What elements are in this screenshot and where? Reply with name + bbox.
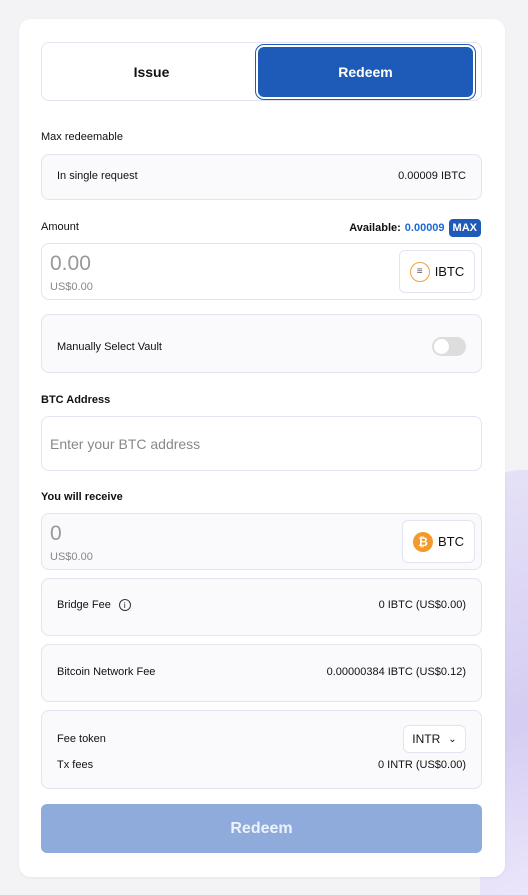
receive-usd: US$0.00 [50, 551, 93, 563]
manual-vault-box: Manually Select Vault [41, 314, 482, 373]
available-label: Available: [349, 222, 401, 234]
chevron-down-icon: ⌄ [448, 733, 457, 745]
network-fee-value: 0.00000384 IBTC (US$0.12) [326, 666, 466, 678]
bridge-fee-box: Bridge Fee i 0 IBTC (US$0.00) [41, 578, 482, 636]
tab-redeem[interactable]: Redeem [258, 47, 473, 97]
btc-token-label: BTC [438, 534, 464, 549]
tx-fees-label: Tx fees [57, 759, 94, 771]
amount-value[interactable]: 0.00 [50, 252, 91, 276]
redeem-submit-button[interactable]: Redeem [41, 804, 482, 853]
bitcoin-icon: ₿ [413, 531, 433, 552]
receive-value: 0 [50, 522, 62, 545]
fee-token-select[interactable]: INTR ⌄ [403, 725, 466, 753]
ibtc-token-label: IBTC [434, 264, 465, 279]
btc-token: ₿ BTC [402, 520, 475, 563]
single-request-label: In single request [57, 170, 138, 182]
tx-fees-value: 0 INTR (US$0.00) [377, 759, 466, 771]
bridge-fee-label: Bridge Fee [57, 599, 111, 611]
max-redeemable-label: Max redeemable [41, 131, 123, 143]
info-icon[interactable]: i [118, 599, 131, 611]
single-request-value: 0.00009 IBTC [398, 170, 466, 182]
network-fee-label: Bitcoin Network Fee [57, 666, 156, 678]
receive-label: You will receive [41, 491, 123, 503]
amount-input[interactable]: 0.00 US$0.00 ≡ IBTC [41, 243, 482, 300]
ibtc-icon: ≡ [409, 261, 430, 282]
bridge-fee-value: 0 IBTC (US$0.00) [378, 599, 466, 611]
fee-token-label: Fee token [57, 733, 106, 745]
amount-label: Amount [41, 221, 79, 233]
redeem-card: Issue Redeem Max redeemable In single re… [19, 19, 505, 877]
tab-issue[interactable]: Issue [42, 43, 261, 100]
toggle-knob [434, 339, 449, 354]
fee-token-selected: INTR [412, 732, 441, 746]
max-button[interactable]: MAX [448, 219, 481, 237]
available-balance: Available: 0.00009 MAX [349, 219, 481, 237]
network-fee-box: Bitcoin Network Fee 0.00000384 IBTC (US$0… [41, 644, 482, 702]
amount-usd: US$0.00 [50, 281, 93, 293]
btc-address-placeholder: Enter your BTC address [50, 436, 201, 452]
manual-vault-toggle[interactable] [432, 337, 466, 356]
ibtc-token-button[interactable]: ≡ IBTC [399, 250, 475, 293]
receive-box: 0 US$0.00 ₿ BTC [41, 513, 482, 570]
btc-address-label: BTC Address [41, 394, 111, 406]
available-value[interactable]: 0.00009 [405, 222, 445, 234]
max-redeemable-box: In single request 0.00009 IBTC [41, 154, 482, 200]
manual-vault-label: Manually Select Vault [57, 340, 162, 353]
fee-token-box: Fee token INTR ⌄ Tx fees 0 INTR (US$0.00) [41, 710, 482, 789]
btc-address-input[interactable]: Enter your BTC address [41, 416, 482, 471]
tab-group: Issue Redeem [41, 42, 482, 101]
